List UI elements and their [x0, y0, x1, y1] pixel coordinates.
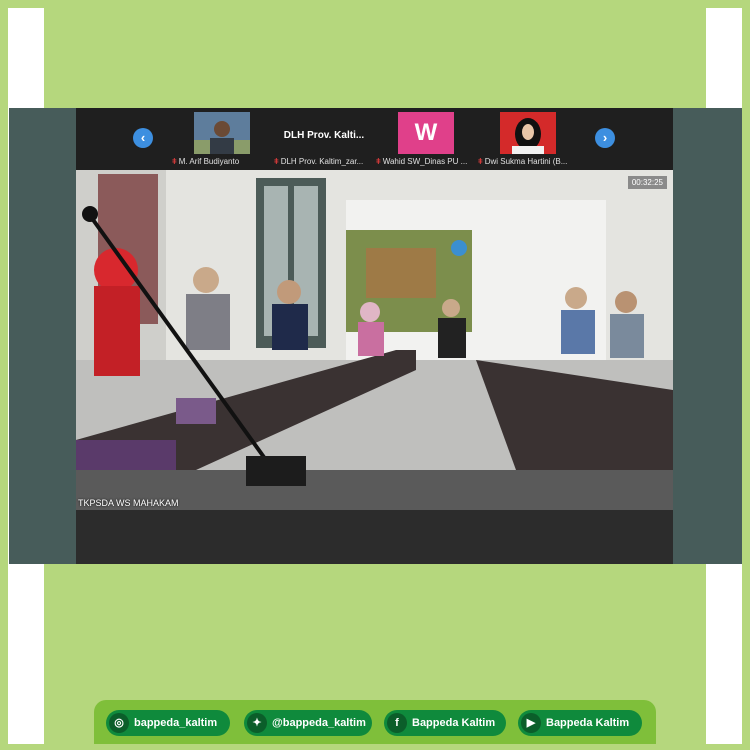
instagram-icon: ◎	[109, 713, 129, 733]
participant-tile[interactable]: DLH Prov. Kalti... ǂ DLH Prov. Kaltim_zar…	[274, 112, 374, 166]
youtube-icon: ▶	[521, 713, 541, 733]
recording-timer: 00:32:25	[627, 176, 667, 189]
chevron-right-icon[interactable]: ›	[595, 128, 615, 148]
mic-muted-icon: ǂ	[274, 157, 279, 166]
meeting-room-scene	[76, 170, 673, 510]
social-label: @bappeda_kaltim	[272, 717, 366, 729]
social-label: Bappeda Kaltim	[412, 717, 496, 729]
main-video: 00:32:25 TKPSDA WS MAHAKAM	[76, 170, 673, 510]
social-label: Bappeda Kaltim	[546, 717, 630, 729]
participant-tile[interactable]: W ǂ Wahid SW_Dinas PU ...	[376, 112, 476, 166]
participant-initial: W	[398, 112, 454, 154]
video-speaker-label: TKPSDA WS MAHAKAM	[78, 498, 179, 508]
social-facebook[interactable]: f Bappeda Kaltim	[384, 710, 506, 736]
zoom-window: ‹ ǂ M. Arif Budiyanto DLH Prov. Kalti... …	[9, 108, 742, 564]
twitter-icon: ✦	[247, 713, 267, 733]
mic-muted-icon: ǂ	[172, 157, 177, 166]
participant-title: DLH Prov. Kalti...	[283, 130, 365, 141]
participant-photo	[194, 112, 250, 154]
participant-strip: ‹ ǂ M. Arif Budiyanto DLH Prov. Kalti... …	[76, 108, 673, 170]
social-bar: ◎ bappeda_kaltim ✦ @bappeda_kaltim f Bap…	[94, 700, 656, 744]
participant-tile[interactable]: ǂ M. Arif Budiyanto	[172, 112, 272, 166]
chevron-left-icon[interactable]: ‹	[133, 128, 153, 148]
social-twitter[interactable]: ✦ @bappeda_kaltim	[244, 710, 372, 736]
social-instagram[interactable]: ◎ bappeda_kaltim	[106, 710, 230, 736]
participant-name: ǂ M. Arif Budiyanto	[172, 157, 240, 166]
mic-muted-icon: ǂ	[478, 157, 483, 166]
participant-photo	[500, 112, 556, 154]
social-youtube[interactable]: ▶ Bappeda Kaltim	[518, 710, 642, 736]
mic-muted-icon: ǂ	[376, 157, 381, 166]
facebook-icon: f	[387, 713, 407, 733]
participant-name: ǂ Wahid SW_Dinas PU ...	[376, 157, 468, 166]
participant-name: ǂ DLH Prov. Kaltim_zar...	[274, 157, 364, 166]
meeting-area: ‹ ǂ M. Arif Budiyanto DLH Prov. Kalti... …	[76, 108, 673, 564]
social-label: bappeda_kaltim	[134, 717, 218, 729]
participant-tile[interactable]: ǂ Dwi Sukma Hartini (B...	[478, 112, 578, 166]
participant-name: ǂ Dwi Sukma Hartini (B...	[478, 157, 568, 166]
